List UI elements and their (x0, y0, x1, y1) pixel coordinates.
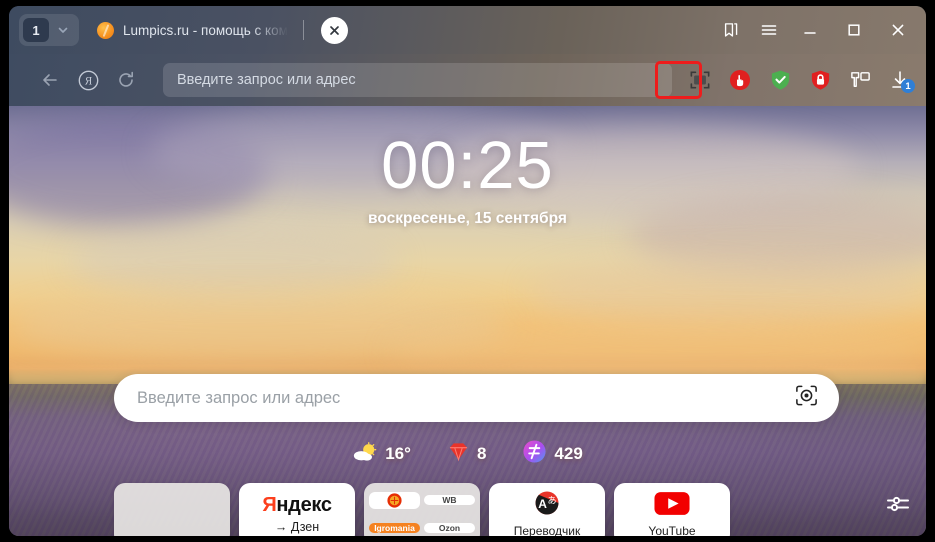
title-bar: 1 Lumpics.ru - помощь с ком (9, 6, 926, 54)
new-tab-page: 00:25 воскресенье, 15 сентября Введите з… (9, 106, 926, 536)
yandex-rest: ндекс (276, 494, 332, 516)
search-input-placeholder: Введите запрос или адрес (137, 388, 341, 407)
tab-title: Lumpics.ru - помощь с ком (123, 22, 288, 38)
widget-strip: 16° 8 429 (9, 439, 926, 469)
close-icon[interactable] (320, 16, 348, 44)
browser-window: 1 Lumpics.ru - помощь с ком Я Введите за… (9, 6, 926, 536)
back-arrow-icon[interactable] (31, 61, 69, 99)
clock-time: 00:25 (381, 128, 554, 203)
weather-widget[interactable]: 16° (352, 441, 411, 467)
cloud-decoration (9, 291, 509, 361)
protect-shield-icon[interactable] (762, 62, 798, 98)
yandex-logo-icon[interactable]: Я (69, 61, 107, 99)
search-input[interactable]: Введите запрос или адрес (114, 374, 839, 422)
tile-cell-aliexpress[interactable] (369, 491, 420, 509)
close-window-icon[interactable] (876, 10, 920, 50)
tab-favicon-icon (97, 21, 114, 39)
gem-count: 8 (476, 444, 487, 463)
adblock-icon[interactable] (722, 62, 758, 98)
downloads-badge: 1 (901, 79, 915, 93)
tile-cell-wildberries[interactable]: WB (424, 495, 475, 505)
browser-tab[interactable]: Lumpics.ru - помощь с ком (97, 13, 348, 47)
cloud-decoration (69, 226, 399, 296)
weather-cloud-sun-icon (352, 441, 378, 467)
chevron-down-icon[interactable] (51, 18, 75, 42)
screenshot-tool-icon[interactable] (682, 62, 718, 98)
tab-separator (302, 20, 304, 40)
translate-icon: A あ (534, 490, 560, 521)
security-lock-icon[interactable] (802, 62, 838, 98)
maximize-icon[interactable] (832, 10, 876, 50)
tile-shops[interactable]: WB Igromania Ozon (364, 483, 480, 536)
menu-icon[interactable] (750, 10, 788, 50)
cloud-decoration (529, 256, 926, 326)
shortcut-tiles: Яндекс → Дзен WB Igromania Ozon A あ Пере… (114, 483, 842, 536)
svg-text:A: A (538, 497, 547, 511)
svg-text:Я: Я (84, 75, 92, 87)
tile-label: YouTube (648, 523, 696, 537)
tile-cell-ozon[interactable]: Ozon (424, 523, 475, 533)
tab-count-badge[interactable]: 1 (23, 18, 49, 42)
reload-icon[interactable] (107, 61, 145, 99)
bookmarks-icon[interactable] (712, 10, 750, 50)
sliders-icon[interactable] (884, 490, 912, 518)
downloads-icon[interactable]: 1 (882, 62, 918, 98)
gem-widget[interactable]: 8 (447, 441, 486, 467)
tile-brand-text: Яндекс (262, 494, 332, 517)
tile-youtube[interactable]: YouTube (614, 483, 730, 536)
window-controls (712, 10, 920, 50)
clock-date: воскресенье, 15 сентября (368, 210, 567, 227)
tile-sublabel: → Дзен (274, 520, 320, 534)
tile-translator[interactable]: A あ Переводчик (489, 483, 605, 536)
browser-toolbar: Я Введите запрос или адрес 1 (9, 54, 926, 106)
svg-text:あ: あ (547, 496, 556, 506)
minimize-icon[interactable] (788, 10, 832, 50)
toolbar-icon-group: 1 (682, 62, 918, 98)
tile-label: Переводчик (513, 524, 581, 536)
tile-yandex-dzen[interactable]: Яндекс → Дзен (239, 483, 355, 536)
tile-cell-igromania[interactable]: Igromania (369, 523, 420, 533)
youtube-icon (654, 491, 690, 521)
neuro-icon (522, 439, 547, 469)
tab-counter-group[interactable]: 1 (19, 14, 79, 46)
address-bar[interactable]: Введите запрос или адрес (163, 63, 672, 97)
gem-icon (447, 441, 470, 467)
yandex-ya-letter: Я (262, 494, 277, 516)
tile-mail-suite[interactable] (114, 483, 230, 536)
camera-lens-icon[interactable] (794, 383, 819, 413)
screenshot-root: 1 Lumpics.ru - помощь с ком Я Введите за… (0, 0, 935, 542)
neuro-count: 429 (554, 444, 583, 463)
neuro-widget[interactable]: 429 (522, 439, 583, 469)
address-bar-placeholder: Введите запрос или адрес (177, 72, 356, 88)
clock-widget: 00:25 воскресенье, 15 сентября (9, 132, 926, 228)
weather-temperature: 16° (385, 444, 411, 463)
tab-groups-icon[interactable] (842, 62, 878, 98)
